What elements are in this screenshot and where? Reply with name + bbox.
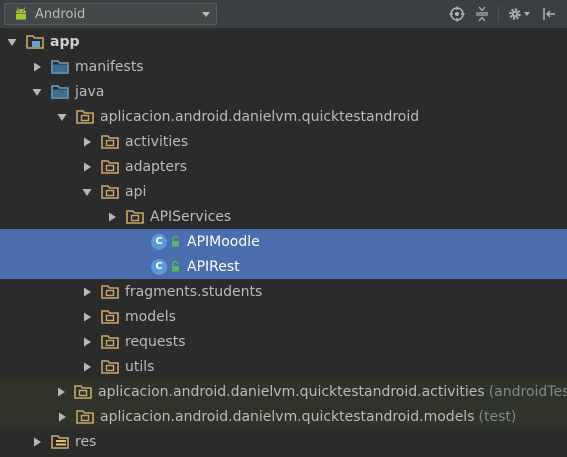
tree-row[interactable]: aplicacion.android.danielvm.quicktestand… [0,404,567,429]
package-icon [101,334,119,350]
settings-dropdown-icon[interactable] [522,5,532,23]
tree-row-label: aplicacion.android.danielvm.quicktestand… [100,108,420,125]
public-lock-icon [169,236,181,248]
collapsed-arrow-icon[interactable] [56,386,66,398]
package-icon [76,109,94,125]
package-icon [101,184,119,200]
tree-row[interactable]: aplicacion.android.danielvm.quicktestand… [0,104,567,129]
hide-panel-icon[interactable] [540,5,558,23]
tree-row[interactable]: activities [0,129,567,154]
tree-row-label: utils [125,358,155,375]
tree-row[interactable]: res [0,429,567,454]
collapsed-arrow-icon[interactable] [81,311,93,323]
tree-row-label: APIRest [187,258,240,275]
tree-row[interactable]: aplicacion.android.danielvm.quicktestand… [0,379,567,404]
source-set-suffix: (test) [478,408,517,425]
tree-row-label: APIMoodle [187,233,260,250]
tree-row-label: app [50,33,80,50]
tree-row-label: java [75,83,105,100]
tree-row-label: activities [125,133,189,150]
package-icon [74,384,92,400]
tree-row[interactable]: requests [0,329,567,354]
dropdown-icon [202,12,210,17]
tree-row[interactable]: C APIMoodle [0,229,567,254]
collapsed-arrow-icon[interactable] [81,286,93,298]
collapsed-arrow-icon[interactable] [81,361,93,373]
package-icon [101,309,119,325]
tree-row[interactable]: fragments.students [0,279,567,304]
public-lock-icon [169,261,181,273]
folder-blue-icon [51,59,69,75]
collapsed-arrow-icon[interactable] [31,61,43,73]
collapsed-arrow-icon[interactable] [81,336,93,348]
android-icon [13,6,29,22]
package-icon [76,409,94,425]
class-icon: C [151,233,167,250]
package-icon [101,284,119,300]
collapse-icon[interactable] [473,5,491,23]
tree-row[interactable]: adapters [0,154,567,179]
tree-row-label: aplicacion.android.danielvm.quicktestand… [98,383,485,400]
tree-row-label: models [125,308,176,325]
package-icon [101,359,119,375]
tree-row[interactable]: api [0,179,567,204]
folder-blue-icon [51,84,69,100]
package-icon [101,159,119,175]
tree-row[interactable]: utils [0,354,567,379]
expanded-arrow-icon[interactable] [6,36,18,48]
class-icon: C [151,258,167,275]
package-icon [101,134,119,150]
module-folder-icon [26,34,44,50]
project-toolbar: Android [0,0,567,29]
view-mode-dropdown[interactable]: Android [4,3,217,25]
tree-row[interactable]: app [0,29,567,54]
tree-row-label: res [75,433,97,450]
target-icon[interactable] [448,5,466,23]
collapsed-arrow-icon[interactable] [31,436,43,448]
tree-row-label: requests [125,333,186,350]
tree-row-label: api [125,183,147,200]
expanded-arrow-icon[interactable] [56,111,68,123]
collapsed-arrow-icon[interactable] [56,411,68,423]
collapsed-arrow-icon[interactable] [81,136,93,148]
tree-row[interactable]: java [0,79,567,104]
expanded-arrow-icon[interactable] [81,186,93,198]
collapsed-arrow-icon[interactable] [106,211,118,223]
view-mode-label: Android [35,6,86,22]
source-set-suffix: (androidTest) [488,383,567,400]
tree-row-label: fragments.students [125,283,263,300]
tree-row-label: aplicacion.android.danielvm.quicktestand… [100,408,475,425]
tree-row[interactable]: manifests [0,54,567,79]
expanded-arrow-icon[interactable] [31,86,43,98]
tree-row[interactable]: APIServices [0,204,567,229]
tree-row-label: APIServices [150,208,232,225]
toolbar-divider [498,6,499,22]
tree-row-label: adapters [125,158,188,175]
tree-row-label: manifests [75,58,144,75]
res-folder-icon [51,434,69,450]
package-icon [126,209,144,225]
tree-row[interactable]: models [0,304,567,329]
tree-row[interactable]: C APIRest [0,254,567,279]
collapsed-arrow-icon[interactable] [81,161,93,173]
